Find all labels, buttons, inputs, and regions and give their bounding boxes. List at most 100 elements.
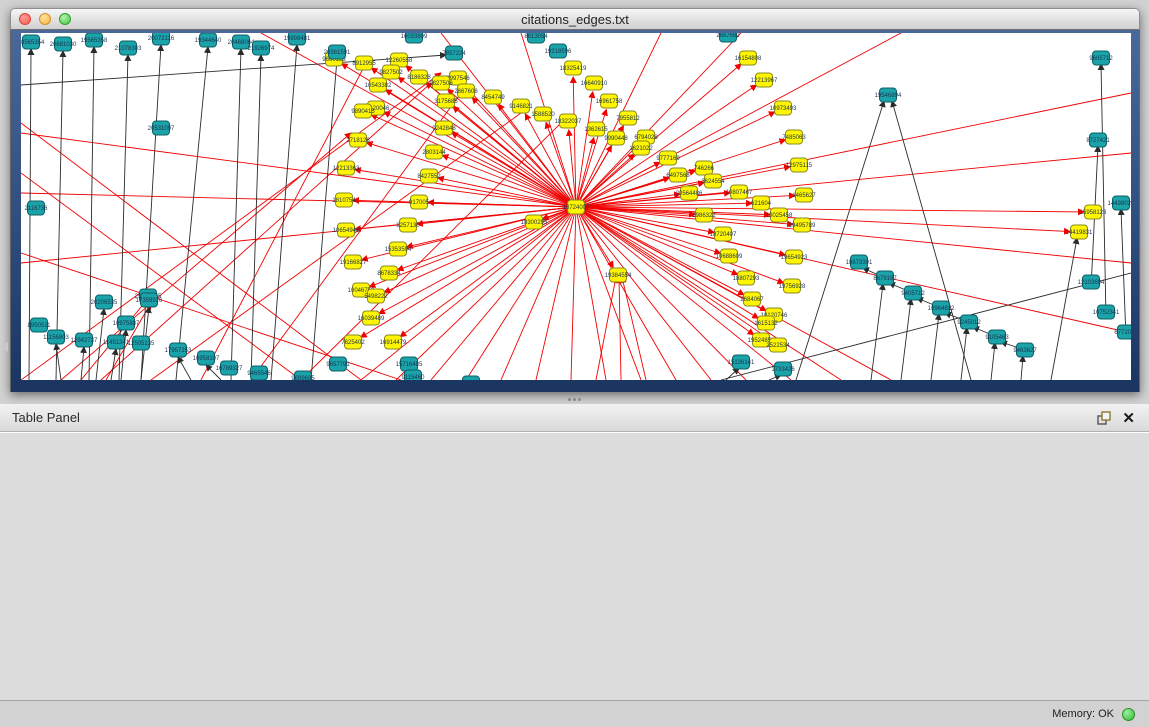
network-node[interactable]: 19654923	[781, 250, 808, 264]
network-node[interactable]: 19218596	[545, 44, 572, 58]
network-node[interactable]: 1588520	[531, 107, 555, 121]
network-node[interactable]: 8813054	[524, 33, 548, 43]
network-node[interactable]: 6497568	[666, 168, 690, 182]
network-node[interactable]: 12942737	[71, 333, 98, 347]
network-node[interactable]: 9105463	[985, 330, 1009, 344]
network-node[interactable]: 19756928	[779, 279, 806, 293]
network-node[interactable]: 10975887	[113, 316, 140, 330]
network-node[interactable]: 1615132	[754, 316, 778, 330]
network-node[interactable]: 2803144	[422, 145, 446, 159]
network-node[interactable]: 746266	[694, 161, 715, 175]
network-node[interactable]: 1362615	[584, 122, 608, 136]
float-panel-icon[interactable]	[1096, 410, 1112, 426]
network-node[interactable]: 20072116	[148, 33, 175, 45]
network-node[interactable]: 8950511	[28, 318, 52, 332]
network-node[interactable]: 10964822	[928, 301, 955, 315]
network-node[interactable]: 19495789	[789, 218, 816, 232]
network-node[interactable]: 10958107	[193, 351, 220, 365]
panel-resize-handle[interactable]	[566, 396, 582, 402]
network-node[interactable]: 1621022	[629, 141, 653, 155]
network-node[interactable]: 15958123	[1080, 205, 1107, 219]
network-node[interactable]: 2986322	[692, 208, 716, 222]
network-node[interactable]: 2887682	[716, 33, 740, 42]
network-node[interactable]: 16789327	[216, 361, 243, 375]
network-node[interactable]: 18673301	[846, 255, 873, 269]
network-node[interactable]: 9890415	[351, 104, 375, 118]
network-node[interactable]: 15136141	[728, 355, 755, 369]
network-node[interactable]: 18322037	[555, 114, 582, 128]
network-node[interactable]: 9245012	[957, 315, 981, 329]
network-node[interactable]: 16154808	[735, 51, 762, 65]
network-node[interactable]: 19898481	[284, 33, 311, 45]
network-node[interactable]: 10025458	[766, 208, 793, 222]
network-node[interactable]: 1810754	[332, 193, 356, 207]
network-node[interactable]: 14438021	[1108, 196, 1131, 210]
network-node[interactable]: 12505135	[128, 336, 155, 350]
network-node[interactable]: 917005	[409, 195, 430, 209]
network-node[interactable]: 20531097	[148, 121, 175, 135]
network-node[interactable]: 16640910	[581, 76, 608, 90]
network-node[interactable]: 12103694	[1078, 275, 1105, 289]
network-node[interactable]: 8257130	[396, 218, 420, 232]
network-node[interactable]: 10654948	[333, 223, 360, 237]
network-node[interactable]: 7857224	[442, 46, 466, 60]
network-node[interactable]: 9146821	[509, 99, 533, 113]
window-titlebar[interactable]: citations_edges.txt	[10, 8, 1140, 30]
network-node[interactable]: 10752341	[1093, 305, 1120, 319]
network-node[interactable]: 10688609	[716, 249, 743, 263]
network-node[interactable]: 16914479	[380, 335, 407, 349]
network-node[interactable]: 8679187	[873, 271, 897, 285]
network-view[interactable]: 1872400796601238912955122605589827502818…	[21, 33, 1131, 380]
network-node[interactable]: 9657791	[326, 357, 350, 371]
network-node[interactable]: 11156803	[43, 330, 69, 344]
network-node[interactable]: 18325419	[560, 61, 587, 75]
network-node[interactable]: 8454749	[481, 90, 505, 104]
network-node[interactable]: 9242848	[432, 121, 456, 135]
network-node[interactable]: 2522534	[766, 338, 790, 352]
network-node[interactable]: 9405712	[901, 286, 925, 300]
network-node[interactable]: 19546894	[875, 88, 902, 102]
network-node[interactable]: 17957253	[165, 343, 192, 357]
network-node[interactable]: 2684067	[740, 292, 764, 306]
network-node[interactable]: 9115460	[402, 370, 426, 380]
network-node[interactable]: 8727421	[1086, 133, 1110, 147]
network-node[interactable]: 8912955	[352, 56, 376, 70]
network-node[interactable]: 14419831	[1066, 225, 1093, 239]
network-node[interactable]: 12213363	[333, 161, 360, 175]
network-node[interactable]: 7955812	[616, 111, 640, 125]
network-node[interactable]: 6772021	[1114, 325, 1131, 339]
network-node[interactable]: 15353594	[385, 242, 412, 256]
network-node[interactable]: 621604	[751, 196, 772, 210]
network-node[interactable]: 2867608	[454, 84, 478, 98]
network-node[interactable]: 1733426	[771, 362, 795, 376]
network-node[interactable]: 7485063	[782, 130, 806, 144]
network-node[interactable]: 9777169	[656, 151, 680, 165]
network-node[interactable]: 20206535	[91, 295, 118, 309]
network-node[interactable]: 16961758	[596, 94, 623, 108]
network-node[interactable]: 9463627	[1013, 343, 1037, 357]
close-panel-icon[interactable]: ✕	[1122, 409, 1135, 427]
network-node[interactable]: 9605712	[1089, 51, 1113, 65]
network-node[interactable]: 8678334	[377, 266, 401, 280]
network-node[interactable]: 3175685	[434, 94, 458, 108]
network-node[interactable]: 9827502	[379, 65, 403, 79]
network-node[interactable]: 9465546	[247, 366, 271, 380]
network-node[interactable]: 18565354	[21, 35, 45, 49]
network-node[interactable]: 12975115	[786, 158, 813, 172]
network-node[interactable]: 19384554	[605, 268, 632, 282]
network-node[interactable]: 12213967	[751, 73, 778, 87]
network-node[interactable]: 16033809	[401, 33, 428, 43]
network-node[interactable]: 2718126	[346, 133, 370, 147]
network-node[interactable]: 14569117	[458, 376, 485, 380]
network-node[interactable]: 21078303	[115, 41, 142, 55]
network-node[interactable]: 10807467	[726, 185, 753, 199]
network-node[interactable]: 9990448	[604, 131, 628, 145]
network-node[interactable]: 8427552	[417, 169, 441, 183]
network-node[interactable]: 1465627	[792, 188, 816, 202]
network-node[interactable]: 3624554	[701, 174, 725, 188]
network-node[interactable]: 15716485	[396, 357, 423, 371]
collapse-left-arrow-icon[interactable]	[1, 342, 8, 352]
network-node[interactable]: 20681030	[50, 37, 77, 51]
network-node[interactable]: 19344640	[195, 33, 222, 47]
network-node[interactable]: 8186328	[407, 70, 431, 84]
